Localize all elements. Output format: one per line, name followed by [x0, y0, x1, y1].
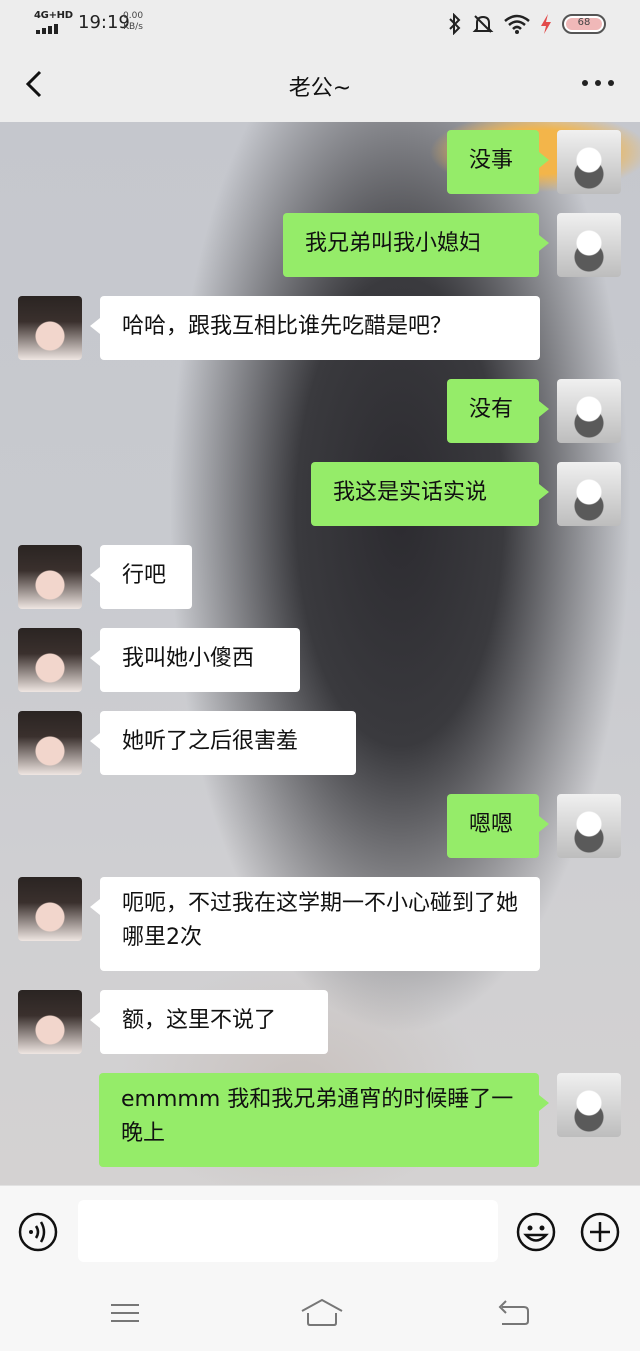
charging-icon: [541, 14, 551, 34]
message-input[interactable]: [78, 1200, 498, 1262]
message-row: 我兄弟叫我小媳妇: [0, 213, 640, 277]
menu-icon[interactable]: [107, 1297, 143, 1329]
her-avatar[interactable]: [18, 877, 82, 941]
my-message-bubble[interactable]: 我这是实话实说: [311, 462, 549, 526]
my-message-bubble[interactable]: emmmm 我和我兄弟通宵的时候睡了一晚上: [99, 1073, 549, 1167]
back-nav-icon[interactable]: [496, 1297, 532, 1329]
message-row: 哈哈，跟我互相比谁先吃醋是吧？: [0, 296, 640, 360]
message-row: 嗯嗯: [0, 794, 640, 858]
her-message-bubble[interactable]: 她听了之后很害羞: [90, 711, 356, 775]
message-row: emmmm 我和我兄弟通宵的时候睡了一晚上: [0, 1073, 640, 1167]
status-icons: 68: [448, 10, 606, 38]
home-icon[interactable]: [300, 1297, 344, 1329]
message-row: 呃呃，不过我在这学期一不小心碰到了她哪里2次: [0, 877, 640, 971]
message-row: 她听了之后很害羞: [0, 711, 640, 775]
my-message-bubble[interactable]: 嗯嗯: [447, 794, 549, 858]
my-avatar[interactable]: [557, 462, 621, 526]
my-message-bubble[interactable]: 我兄弟叫我小媳妇: [283, 213, 549, 277]
her-message-bubble[interactable]: 呃呃，不过我在这学期一不小心碰到了她哪里2次: [90, 877, 540, 971]
message-list[interactable]: 没事 我兄弟叫我小媳妇 哈哈，跟我互相比谁先吃醋是吧？ 没有 我这是实话实说 行…: [0, 122, 640, 1185]
my-avatar[interactable]: [557, 1073, 621, 1137]
her-message-bubble[interactable]: 哈哈，跟我互相比谁先吃醋是吧？: [90, 296, 540, 360]
network-label: 4G+HD: [34, 10, 73, 21]
her-message-bubble[interactable]: 我叫她小傻西: [90, 628, 300, 692]
network-speed: 0.00 KB/s: [123, 11, 143, 33]
input-bar: [0, 1185, 640, 1276]
my-message-bubble[interactable]: 没事: [447, 130, 549, 194]
battery-level: 68: [577, 17, 591, 28]
my-avatar[interactable]: [557, 379, 621, 443]
message-row: 额，这里不说了: [0, 990, 640, 1054]
more-dots-icon[interactable]: [582, 80, 614, 90]
my-avatar[interactable]: [557, 130, 621, 194]
her-avatar[interactable]: [18, 296, 82, 360]
battery-icon: 68: [562, 14, 606, 34]
her-avatar[interactable]: [18, 711, 82, 775]
mute-icon: [472, 15, 494, 33]
voice-icon[interactable]: [18, 1212, 58, 1252]
her-avatar[interactable]: [18, 545, 82, 609]
speed-value: 0.00: [123, 11, 144, 21]
message-row: 我这是实话实说: [0, 462, 640, 526]
message-row: 行吧: [0, 545, 640, 609]
her-message-bubble[interactable]: 额，这里不说了: [90, 990, 328, 1054]
plus-icon[interactable]: [580, 1212, 620, 1252]
system-nav-bar: [0, 1275, 640, 1351]
my-message-bubble[interactable]: 没有: [447, 379, 549, 443]
her-message-bubble[interactable]: 行吧: [90, 545, 192, 609]
speed-unit: KB/s: [123, 22, 143, 32]
her-avatar[interactable]: [18, 990, 82, 1054]
my-avatar[interactable]: [557, 794, 621, 858]
status-bar: 4G+HD 19:19 0.00 KB/s 68: [0, 0, 640, 48]
message-row: 我叫她小傻西: [0, 628, 640, 692]
chat-header: 老公~: [0, 48, 640, 122]
wifi-icon: [504, 14, 530, 34]
signal-icon: [36, 24, 62, 34]
message-row: 没事: [0, 130, 640, 194]
my-avatar[interactable]: [557, 213, 621, 277]
bluetooth-icon: [449, 13, 461, 35]
chat-title: 老公~: [288, 76, 352, 101]
message-row: 没有: [0, 379, 640, 443]
her-avatar[interactable]: [18, 628, 82, 692]
emoji-icon[interactable]: [516, 1212, 556, 1252]
